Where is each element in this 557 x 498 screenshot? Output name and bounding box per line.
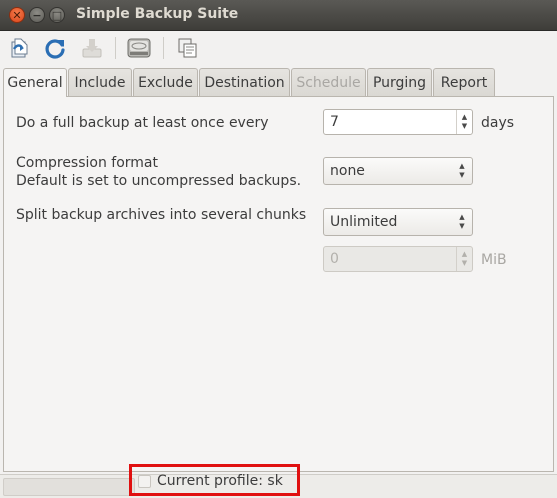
close-window-button[interactable]: ✕: [9, 7, 25, 23]
full-backup-label: Do a full backup at least once every: [16, 115, 269, 131]
split-archives-value: Unlimited: [330, 214, 398, 230]
tab-destination[interactable]: Destination: [199, 68, 290, 96]
full-backup-days-spinner[interactable]: 7 ▲ ▼: [323, 109, 473, 135]
split-archives-label: Split backup archives into several chunk…: [16, 207, 307, 223]
new-profile-button[interactable]: [7, 35, 33, 61]
full-backup-days-value: 7: [330, 114, 339, 130]
tab-schedule[interactable]: Schedule: [291, 68, 366, 96]
current-profile-highlight: Current profile: sk: [129, 464, 300, 496]
backup-now-button[interactable]: [126, 35, 152, 61]
status-bar-grip: [3, 478, 135, 496]
toolbar: [0, 31, 557, 65]
copy-icon: [178, 38, 197, 58]
maximize-window-button[interactable]: □: [49, 7, 65, 23]
toolbar-separator: [115, 37, 116, 59]
title-bar: ✕ − □ Simple Backup Suite: [0, 0, 557, 31]
split-archives-select[interactable]: Unlimited ▲ ▼: [323, 208, 473, 236]
general-tab-panel: Do a full backup at least once every 7 ▲…: [3, 96, 554, 472]
compression-hint: Default is set to uncompressed backups.: [16, 173, 302, 189]
combo-arrows-icon: ▲ ▼: [459, 162, 465, 179]
status-bar: Current profile: sk: [0, 464, 557, 498]
status-checkbox[interactable]: [138, 475, 151, 488]
backup-drive-icon: [127, 38, 151, 58]
refresh-button[interactable]: [42, 35, 68, 61]
compression-format-select[interactable]: none ▲ ▼: [323, 157, 473, 185]
window-title: Simple Backup Suite: [76, 6, 239, 22]
save-button[interactable]: [79, 35, 105, 61]
tab-general[interactable]: General: [3, 68, 67, 97]
full-backup-unit: days: [481, 115, 515, 131]
tab-exclude[interactable]: Exclude: [133, 68, 198, 96]
new-profile-icon: [11, 38, 28, 58]
tab-purging[interactable]: Purging: [367, 68, 432, 96]
minimize-window-button[interactable]: −: [29, 7, 45, 23]
tab-include[interactable]: Include: [68, 68, 132, 96]
toolbar-separator: [163, 37, 164, 59]
copy-button[interactable]: [175, 35, 201, 61]
chunk-size-spinner[interactable]: 0 ▲ ▼: [323, 246, 473, 272]
compression-label: Compression format: [16, 155, 159, 171]
compression-format-value: none: [330, 163, 365, 179]
spinner-arrows-icon[interactable]: ▲ ▼: [456, 110, 472, 134]
chunk-size-unit: MiB: [481, 252, 507, 268]
tab-report[interactable]: Report: [433, 68, 495, 96]
refresh-icon: [45, 39, 65, 59]
chunk-size-value: 0: [330, 251, 339, 267]
spinner-arrows-icon: ▲ ▼: [456, 247, 472, 271]
current-profile-status: Current profile: sk: [157, 473, 283, 489]
combo-arrows-icon: ▲ ▼: [459, 213, 465, 230]
save-icon: [82, 39, 102, 58]
